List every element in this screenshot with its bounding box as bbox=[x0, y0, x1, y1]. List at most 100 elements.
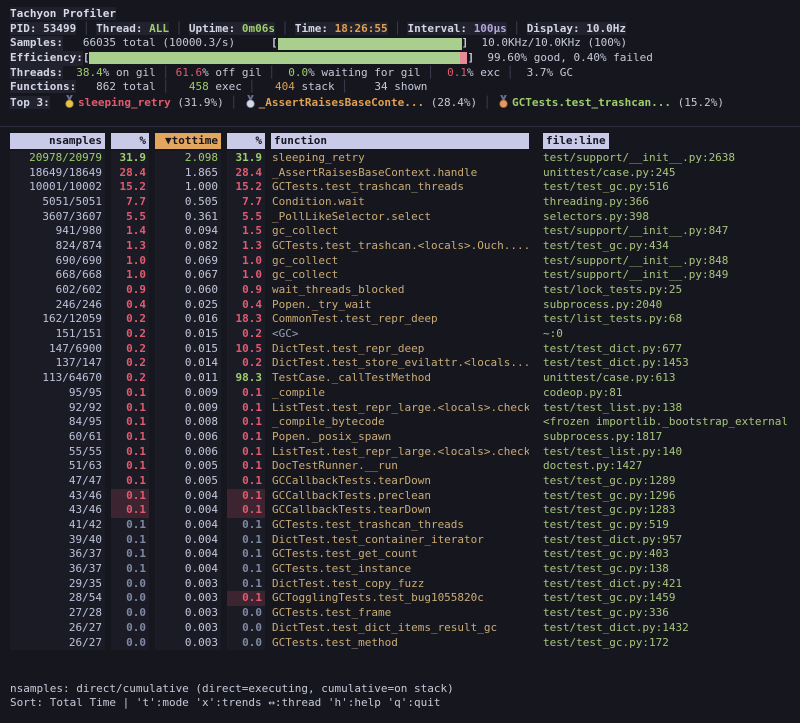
cell-function: sleeping_retry bbox=[271, 151, 529, 166]
table-row: 60/610.10.0060.1Popen._posix_spawnsubpro… bbox=[10, 430, 798, 445]
cell-file-line: test/test_gc.py:1296 bbox=[535, 489, 798, 504]
column-header-tottime-sorted[interactable]: ▼tottime bbox=[155, 133, 221, 149]
cell-cum-pct: 0.1 bbox=[227, 577, 265, 592]
cell-tottime: 0.004 bbox=[155, 489, 221, 504]
cell-pct: 0.1 bbox=[111, 547, 149, 562]
cell-function: DictTest.test_dict_items_result_gc bbox=[271, 621, 529, 636]
cell-cum-pct: 15.2 bbox=[227, 180, 265, 195]
cell-pct: 0.1 bbox=[111, 401, 149, 416]
cell-cum-pct: 0.2 bbox=[227, 327, 265, 342]
cell-function: gc_collect bbox=[271, 254, 529, 269]
segment: │ bbox=[242, 80, 262, 93]
cell-function: ListTest.test_repr_large.<locals>.check bbox=[271, 445, 529, 460]
gold-medal-icon bbox=[64, 95, 75, 108]
cell-function: Popen._try_wait bbox=[271, 298, 529, 313]
cell-function: gc_collect bbox=[271, 268, 529, 283]
segment: │ bbox=[76, 22, 96, 35]
cell-cum-pct: 0.1 bbox=[227, 474, 265, 489]
table-row: 824/8741.30.0821.3GCTests.test_trashcan.… bbox=[10, 239, 798, 254]
table-row: 41/420.10.0040.1GCTests.test_trashcan_th… bbox=[10, 518, 798, 533]
table-row: 10001/1000215.21.00015.2GCTests.test_tra… bbox=[10, 180, 798, 195]
column-header-function[interactable]: function bbox=[271, 133, 529, 149]
cell-cum-pct: 0.1 bbox=[227, 547, 265, 562]
cell-pct: 0.0 bbox=[111, 621, 149, 636]
cell-pct: 0.1 bbox=[111, 459, 149, 474]
cell-tottime: 0.003 bbox=[155, 591, 221, 606]
cell-cum-pct: 0.2 bbox=[227, 356, 265, 371]
column-header-nsamples[interactable]: nsamples bbox=[10, 133, 105, 149]
table-row: 92/920.10.0090.1ListTest.test_repr_large… bbox=[10, 401, 798, 416]
app-title-line: Tachyon Profiler bbox=[0, 7, 800, 22]
top3-entry-3-name: GCTests.test_trashcan... bbox=[512, 96, 671, 109]
cell-cum-pct: 0.1 bbox=[227, 533, 265, 548]
cell-pct: 0.2 bbox=[111, 342, 149, 357]
segment: │ bbox=[335, 80, 355, 93]
segment: 18:26:55 bbox=[335, 22, 388, 35]
footer-keybinds: Sort: Total Time | 't':mode 'x':trends ↔… bbox=[0, 696, 800, 711]
table-row: 39/400.10.0040.1DictTest.test_container_… bbox=[10, 533, 798, 548]
samples-rate: 10.0KHz/10.0KHz (100%) bbox=[468, 36, 627, 51]
separator: │ bbox=[477, 96, 497, 109]
segment: PID: bbox=[10, 22, 43, 35]
cell-file-line: test/test_gc.py:336 bbox=[535, 606, 798, 621]
cell-tottime: 0.006 bbox=[155, 445, 221, 460]
cell-file-line: test/support/__init__.py:849 bbox=[535, 268, 798, 283]
samples-label: Samples: bbox=[10, 36, 63, 51]
cell-pct: 0.1 bbox=[111, 503, 149, 518]
column-header-file-line[interactable]: file:line bbox=[543, 133, 609, 149]
table-row: 151/1510.20.0150.2<GC>~:0 bbox=[10, 327, 798, 342]
top3-label: Top 3: bbox=[10, 96, 50, 109]
cell-tottime: 0.003 bbox=[155, 606, 221, 621]
cell-pct: 0.1 bbox=[111, 533, 149, 548]
footer-legend: nsamples: direct/cumulative (direct=exec… bbox=[0, 682, 800, 697]
bronze-medal-icon bbox=[498, 95, 509, 108]
cell-nsamples: 36/37 bbox=[10, 562, 105, 577]
separator: │ bbox=[224, 96, 244, 109]
samples-progress-bar bbox=[278, 38, 462, 50]
cell-pct: 5.5 bbox=[111, 210, 149, 225]
cell-cum-pct: 0.1 bbox=[227, 401, 265, 416]
cell-tottime: 0.016 bbox=[155, 312, 221, 327]
cell-file-line: test/test_gc.py:1283 bbox=[535, 503, 798, 518]
cell-function: GCCallbackTests.preclean bbox=[271, 489, 529, 504]
column-header-pct[interactable]: % bbox=[111, 133, 149, 149]
segment: │ bbox=[388, 22, 408, 35]
cell-pct: 1.4 bbox=[111, 224, 149, 239]
column-header-cum-pct[interactable]: % bbox=[227, 133, 265, 149]
top3-line: Top 3: sleeping_retry (31.9%) │ _AssertR… bbox=[0, 95, 800, 110]
cell-nsamples: 151/151 bbox=[10, 327, 105, 342]
cell-function: GCTogglingTests.test_bug1055820c bbox=[271, 591, 529, 606]
cell-file-line: test/test_dict.py:1453 bbox=[535, 356, 798, 371]
cell-function: DocTestRunner.__run bbox=[271, 459, 529, 474]
cell-function: wait_threads_blocked bbox=[271, 283, 529, 298]
column-header-file-line-wrap: file:line bbox=[535, 133, 798, 149]
samples-line: Samples: 66035 total (10000.3/s)[] 10.0K… bbox=[0, 36, 800, 51]
cell-file-line: test/test_gc.py:172 bbox=[535, 636, 798, 651]
efficiency-bar-good bbox=[89, 52, 459, 64]
cell-file-line: test/list_tests.py:68 bbox=[535, 312, 798, 327]
table-header: nsamples % ▼tottime % function file:line bbox=[10, 133, 798, 149]
cell-cum-pct: 0.1 bbox=[227, 562, 265, 577]
cell-tottime: 0.003 bbox=[155, 636, 221, 651]
table-row: 43/460.10.0040.1GCCallbackTests.tearDown… bbox=[10, 503, 798, 518]
cell-tottime: 0.003 bbox=[155, 621, 221, 636]
cell-file-line: test/support/__init__.py:848 bbox=[535, 254, 798, 269]
bar-close-bracket: ] bbox=[467, 51, 474, 66]
cell-pct: 7.7 bbox=[111, 195, 149, 210]
cell-cum-pct: 98.3 bbox=[227, 371, 265, 386]
cell-tottime: 0.004 bbox=[155, 503, 221, 518]
cell-file-line: test/test_gc.py:434 bbox=[535, 239, 798, 254]
segment: Uptime: bbox=[189, 22, 242, 35]
cell-nsamples: 162/12059 bbox=[10, 312, 105, 327]
cell-file-line: codeop.py:81 bbox=[535, 386, 798, 401]
cell-cum-pct: 0.1 bbox=[227, 459, 265, 474]
segment: Thread: bbox=[96, 22, 149, 35]
segment: 53499 bbox=[43, 22, 76, 35]
table-row: 246/2460.40.0250.4Popen._try_waitsubproc… bbox=[10, 298, 798, 313]
segment: 100µs bbox=[474, 22, 507, 35]
cell-file-line: subprocess.py:2040 bbox=[535, 298, 798, 313]
cell-function: TestCase._callTestMethod bbox=[271, 371, 529, 386]
cell-pct: 0.1 bbox=[111, 518, 149, 533]
segment: 458 bbox=[176, 80, 209, 93]
cell-cum-pct: 0.0 bbox=[227, 606, 265, 621]
